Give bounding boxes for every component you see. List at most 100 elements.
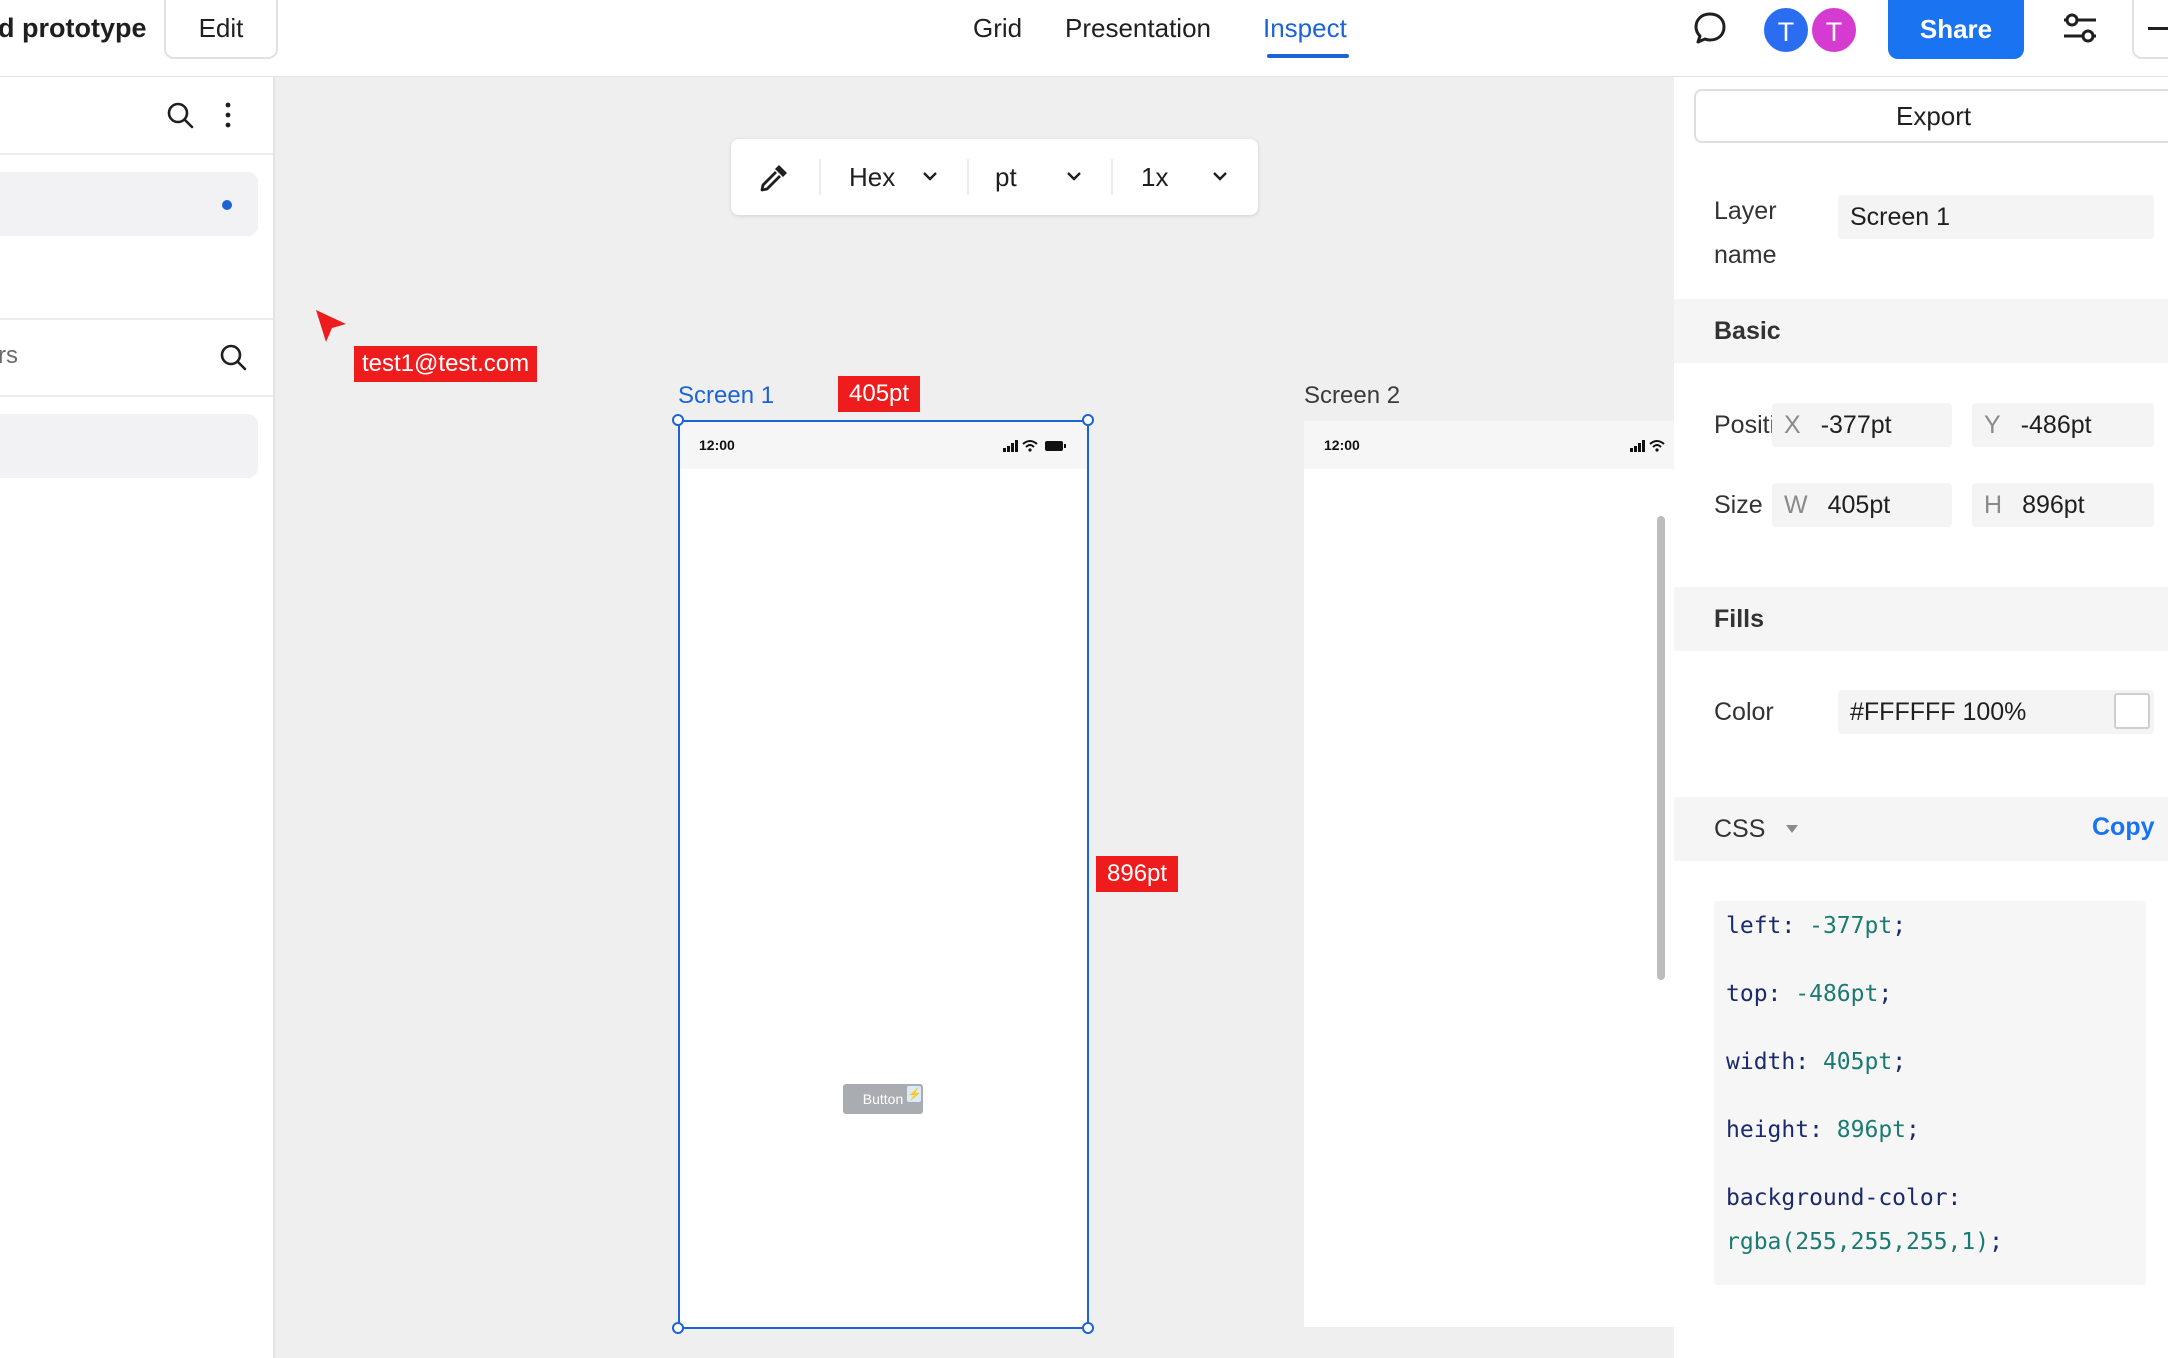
chevron-down-icon [1213,172,1227,181]
screen-2-frame[interactable]: 12:00 [1304,421,1674,1327]
screen-1-frame[interactable]: 12:00 Button ⚡ [679,421,1088,1327]
position-y-field[interactable]: Y -486pt [1972,403,2154,447]
css-line: rgba(255,255,255,1); [1726,1229,2003,1255]
css-value: -377pt [1809,913,1893,939]
layers-search-label: rs [0,342,18,369]
tab-inspect[interactable]: Inspect [1263,10,1347,46]
layer-name-label: Layer name [1714,197,1777,269]
chevron-down-icon [1067,172,1081,181]
divider [819,159,821,195]
status-time: 12:00 [699,437,735,453]
list-item[interactable] [0,172,258,236]
css-end: ; [1906,1117,1920,1143]
css-end: ; [1878,981,1893,1007]
resize-handle[interactable] [1082,1322,1094,1334]
css-line: top: -486pt; [1726,981,1892,1007]
position-y-value: -486pt [2020,411,2092,439]
collaborator-cursor-icon [316,310,346,342]
status-time: 12:00 [1324,437,1360,453]
size-label: Size [1714,491,1763,519]
h-axis-label: H [1984,491,2003,519]
more-vertical-icon[interactable] [218,100,238,130]
position-x-value: -377pt [1820,411,1892,439]
css-line: left: -377pt; [1726,913,1906,939]
resize-handle[interactable] [672,414,684,426]
css-end: ; [1892,1049,1907,1075]
copy-css-button[interactable]: Copy [2092,809,2155,845]
css-value: 405pt [1822,1049,1893,1075]
left-panel: rs [0,77,275,1358]
collaborator-cursor-label: test1@test.com [354,346,538,382]
css-prop: background-color: [1726,1185,1962,1211]
search-icon[interactable] [165,100,195,130]
basic-section-header: Basic [1674,299,2168,363]
export-button[interactable]: Export [1694,89,2168,143]
tab-grid[interactable]: Grid [973,10,1022,46]
prototype-button[interactable]: Button ⚡ [843,1084,923,1114]
frame-label-screen-2[interactable]: Screen 2 [1304,380,1400,412]
minus-icon [2148,27,2168,30]
edit-button[interactable]: Edit [164,0,278,59]
css-prop: left: [1726,913,1810,939]
eyedropper-icon[interactable] [757,161,791,195]
css-section-header: CSS Copy [1674,797,2168,861]
comment-icon[interactable] [1692,10,1728,46]
status-icons [1630,440,1665,452]
caret-down-icon[interactable] [1786,825,1798,833]
position-x-field[interactable]: X -377pt [1772,403,1952,447]
list-item[interactable] [0,414,258,478]
chevron-down-icon [923,172,937,181]
frame-label-screen-1[interactable]: Screen 1 [678,380,774,412]
size-w-value: 405pt [1827,491,1891,519]
height-dimension-tag: 896pt [1096,856,1179,892]
css-prop: width: [1726,1049,1823,1075]
inspect-toolbar: Hex pt 1x [731,139,1258,215]
x-axis-label: X [1784,411,1801,439]
prototype-button-label: Button [862,1091,904,1107]
top-bar: d prototype Edit Grid Presentation Inspe… [0,0,2168,77]
divider [0,153,273,155]
color-format-select[interactable]: Hex [849,159,895,195]
search-icon[interactable] [218,342,248,372]
avatar[interactable]: T [1762,6,1810,54]
color-swatch[interactable] [2114,693,2150,729]
status-bar: 12:00 [1304,421,1674,469]
settings-sliders-icon[interactable] [2060,10,2100,46]
y-axis-label: Y [1984,411,2001,439]
unread-dot [222,200,232,210]
size-w-field[interactable]: W 405pt [1772,483,1952,527]
tab-presentation[interactable]: Presentation [1065,10,1211,46]
divider [0,395,273,397]
fills-section-header: Fills [1674,587,2168,651]
css-end: ; [1892,913,1907,939]
minimize-button[interactable] [2132,0,2168,59]
width-dimension-tag: 405pt [838,376,921,412]
css-prop: height: [1726,1117,1837,1143]
css-value: 896pt [1836,1117,1907,1143]
divider [1111,159,1113,195]
fill-color-field[interactable]: #FFFFFF 100% [1838,690,2154,734]
status-icons [1003,440,1066,452]
css-prop: top: [1726,981,1796,1007]
prototype-title: d prototype [0,13,147,43]
css-end: ; [1989,1229,2003,1255]
avatar[interactable]: T [1810,6,1858,54]
position-label: Positi [1714,411,1776,439]
basic-section-title: Basic [1714,317,1781,345]
css-line: background-color: [1726,1185,1961,1211]
resize-handle[interactable] [1082,414,1094,426]
size-h-value: 896pt [2022,491,2085,519]
size-h-field[interactable]: H 896pt [1972,483,2154,527]
inspect-panel: Export Layer name Screen 1 Basic Positi … [1674,77,2168,1358]
w-axis-label: W [1784,491,1808,519]
css-line: width: 405pt; [1726,1049,1906,1075]
scale-select[interactable]: 1x [1141,159,1168,195]
layer-name-field[interactable]: Screen 1 [1838,195,2154,239]
resize-handle[interactable] [672,1322,684,1334]
divider [967,159,969,195]
status-bar: 12:00 [679,421,1088,469]
unit-select[interactable]: pt [995,159,1017,195]
canvas-scrollbar[interactable] [1657,516,1665,980]
lightning-icon: ⚡ [907,1086,922,1102]
share-button[interactable]: Share [1888,0,2024,59]
